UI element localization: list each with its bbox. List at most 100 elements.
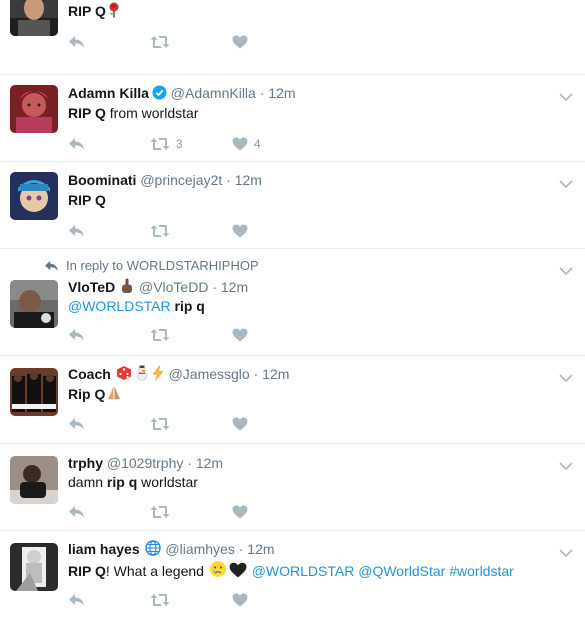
tweet-actions <box>68 33 308 51</box>
retweet-icon <box>150 593 170 607</box>
heart-icon <box>232 505 248 519</box>
reply-icon <box>68 35 85 49</box>
reply-context-text: In reply to WORLDSTARHIPHOP <box>66 258 259 273</box>
tweet-card[interactable]: Coach @Jamessglo · 12m Rip Q <box>0 356 585 444</box>
chevron-down-icon[interactable] <box>559 370 573 383</box>
user-handle[interactable]: @liamhyes <box>165 541 234 557</box>
user-handle[interactable]: @princejay2t <box>140 172 222 188</box>
dice-emoji <box>116 365 132 385</box>
tweet-actions <box>68 591 308 609</box>
like-button[interactable] <box>232 326 254 344</box>
tweet-card[interactable]: In reply to WORLDSTARHIPHOP VloTeD @VloTe… <box>0 249 585 356</box>
avatar[interactable] <box>10 456 58 504</box>
avatar[interactable] <box>10 280 58 328</box>
tweet-link[interactable]: @WORLDSTAR <box>248 563 355 579</box>
praying-hands-emoji <box>106 385 122 405</box>
user-fullname[interactable]: liam hayes <box>68 541 140 557</box>
like-button[interactable] <box>232 33 254 51</box>
reply-context[interactable]: In reply to WORLDSTARHIPHOP <box>44 258 259 274</box>
heart-icon <box>232 35 248 49</box>
reply-button[interactable] <box>68 33 85 51</box>
separator-dot: · <box>255 85 269 101</box>
retweet-button[interactable]: 3 <box>150 135 183 153</box>
heart-icon <box>232 137 248 151</box>
retweet-icon <box>150 137 170 151</box>
tweet-text: Rip Q <box>68 385 123 405</box>
tweet-timestamp[interactable]: 12m <box>221 279 248 295</box>
reply-icon <box>68 328 85 342</box>
tweet-card[interactable]: trphy @1029trphy · 12m damn rip q worldst… <box>0 444 585 531</box>
user-fullname[interactable]: Boominati <box>68 172 136 188</box>
tweet-timestamp[interactable]: 12m <box>196 455 223 471</box>
reply-button[interactable] <box>68 135 85 153</box>
user-handle[interactable]: @VloTeDD <box>139 279 208 295</box>
tweet-actions <box>68 503 308 521</box>
avatar[interactable] <box>10 0 58 36</box>
like-button[interactable] <box>232 591 254 609</box>
chevron-down-icon[interactable] <box>559 176 573 189</box>
tweet-timestamp[interactable]: 12m <box>235 172 262 188</box>
heart-icon <box>232 593 248 607</box>
avatar[interactable] <box>10 85 58 133</box>
avatar[interactable] <box>10 172 58 220</box>
user-fullname[interactable]: Adamn Killa <box>68 85 149 101</box>
avatar[interactable] <box>10 368 58 416</box>
reply-button[interactable] <box>68 591 85 609</box>
tweet-text-segment: rip q <box>106 474 138 490</box>
tweet-link[interactable]: #worldstar <box>445 563 514 579</box>
chevron-down-icon[interactable] <box>559 263 573 276</box>
tweet-link[interactable]: @QWorldStar <box>354 563 445 579</box>
user-fullname[interactable]: Coach <box>68 366 111 382</box>
tweet-timestamp[interactable]: 12m <box>247 541 274 557</box>
black-heart-emoji <box>229 562 247 582</box>
tweet-timestamp[interactable]: 12m <box>268 85 295 101</box>
user-handle[interactable]: @Jamessglo <box>169 366 250 382</box>
tweet-text: RIP Q from worldstar <box>68 104 198 122</box>
middle-finger-emoji <box>120 278 134 298</box>
tweet-actions <box>68 415 308 433</box>
chevron-down-icon[interactable] <box>559 458 573 471</box>
tweet-text-segment: rip q <box>170 298 205 314</box>
tweet-text-segment: ! What a legend <box>105 563 208 579</box>
reply-button[interactable] <box>68 222 85 240</box>
tweet-text-segment: RIP Q <box>68 563 106 579</box>
user-handle[interactable]: @AdamnKilla <box>171 85 256 101</box>
tweet-card[interactable]: Boominati @princejay2t · 12m RIP Q <box>0 162 585 249</box>
retweet-button[interactable] <box>150 591 176 609</box>
retweet-button[interactable] <box>150 503 176 521</box>
tweet-text-segment: RIP Q <box>68 105 106 121</box>
reply-button[interactable] <box>68 326 85 344</box>
retweet-button[interactable] <box>150 33 176 51</box>
user-fullname[interactable]: VloTeD <box>68 279 115 295</box>
chevron-down-icon[interactable] <box>559 545 573 558</box>
retweet-button[interactable] <box>150 222 176 240</box>
avatar[interactable] <box>10 543 58 591</box>
tweet-card[interactable]: liam hayes @liamhyes · 12m RIP Q! What a … <box>0 531 585 618</box>
tweet-text-segment: worldstar <box>137 474 198 490</box>
tweet-text: RIP Q <box>68 2 122 22</box>
retweet-button[interactable] <box>150 326 176 344</box>
chevron-down-icon[interactable] <box>559 89 573 102</box>
reply-button[interactable] <box>68 503 85 521</box>
tweet-link[interactable]: @WORLDSTAR <box>68 298 171 314</box>
user-fullname[interactable]: trphy <box>68 455 103 471</box>
like-button[interactable]: 4 <box>232 135 261 153</box>
tweet-card[interactable]: Adamn Killa @AdamnKilla · 12m RIP Q from … <box>0 75 585 162</box>
tweet-header: Adamn Killa @AdamnKilla · 12m <box>68 84 296 102</box>
tweet-text-segment: Rip Q <box>68 386 106 402</box>
tweet-text-segment: RIP Q <box>68 3 106 19</box>
like-button[interactable] <box>232 503 254 521</box>
reply-button[interactable] <box>68 415 85 433</box>
tweet-card[interactable]: xo @gowsii_ · 12mRIP Q <box>0 0 585 75</box>
like-button[interactable] <box>232 222 254 240</box>
retweet-button[interactable] <box>150 415 176 433</box>
tweet-text-segment: damn <box>68 474 107 490</box>
tweet-timestamp[interactable]: 12m <box>262 366 289 382</box>
like-button[interactable] <box>232 415 254 433</box>
tweet-actions: 34 <box>68 135 308 153</box>
user-handle[interactable]: @1029trphy <box>107 455 183 471</box>
retweet-icon <box>150 505 170 519</box>
separator-dot: · <box>234 541 248 557</box>
separator-dot: · <box>249 366 263 382</box>
tweet-text: @WORLDSTAR rip q <box>68 297 205 315</box>
